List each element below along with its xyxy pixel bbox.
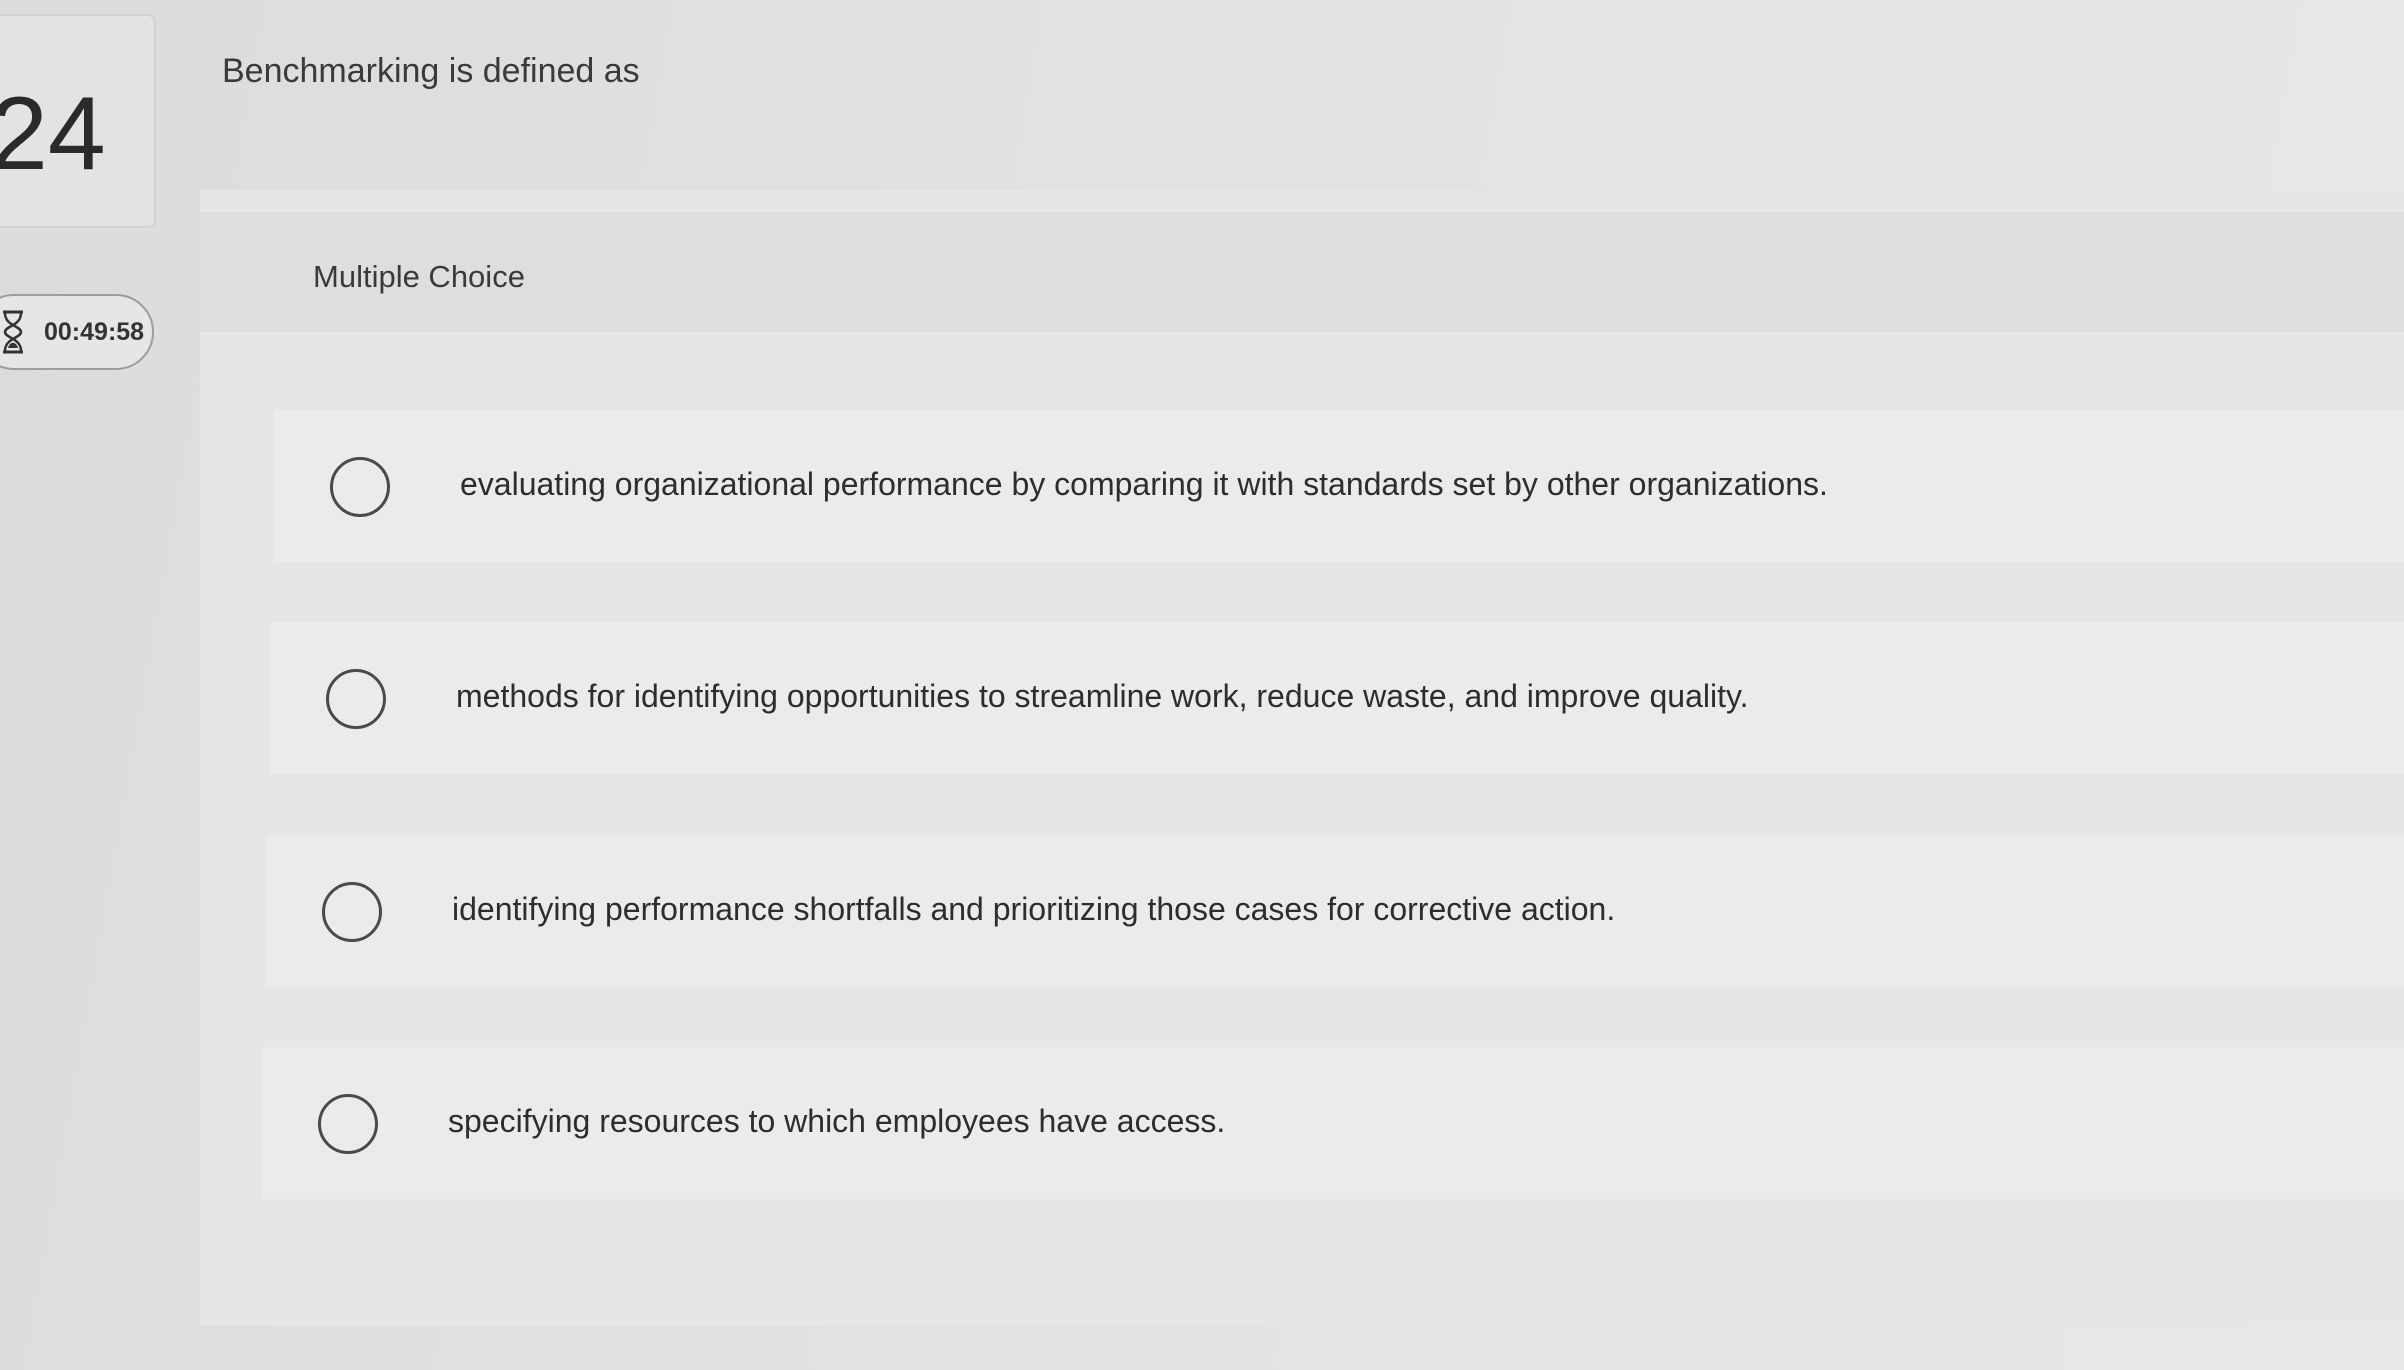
question-type-header (200, 212, 2404, 332)
answer-option-4[interactable]: specifying resources to which employees … (262, 1047, 2404, 1199)
question-number-card: 24 (0, 14, 156, 228)
radio-button-icon[interactable] (326, 669, 386, 729)
answer-option-label: evaluating organizational performance by… (460, 466, 1828, 502)
radio-button-icon[interactable] (318, 1094, 378, 1154)
radio-button-icon[interactable] (330, 457, 390, 517)
timer-badge[interactable]: 00:49:58 (0, 294, 154, 370)
answer-option-3[interactable]: identifying performance shortfalls and p… (266, 835, 2404, 987)
question-number: 24 (0, 76, 106, 192)
answer-option-label: identifying performance shortfalls and p… (452, 891, 1616, 927)
answer-option-label: methods for identifying opportunities to… (456, 678, 1749, 714)
question-type-label: Multiple Choice (313, 259, 525, 294)
question-prompt: Benchmarking is defined as (222, 52, 640, 90)
answer-option-label: specifying resources to which employees … (448, 1103, 1226, 1139)
hourglass-icon (3, 310, 23, 354)
radio-button-icon[interactable] (322, 882, 382, 942)
answer-option-2[interactable]: methods for identifying opportunities to… (270, 622, 2404, 774)
timer-value: 00:49:58 (44, 318, 145, 346)
answer-option-1[interactable]: evaluating organizational performance by… (274, 410, 2404, 562)
